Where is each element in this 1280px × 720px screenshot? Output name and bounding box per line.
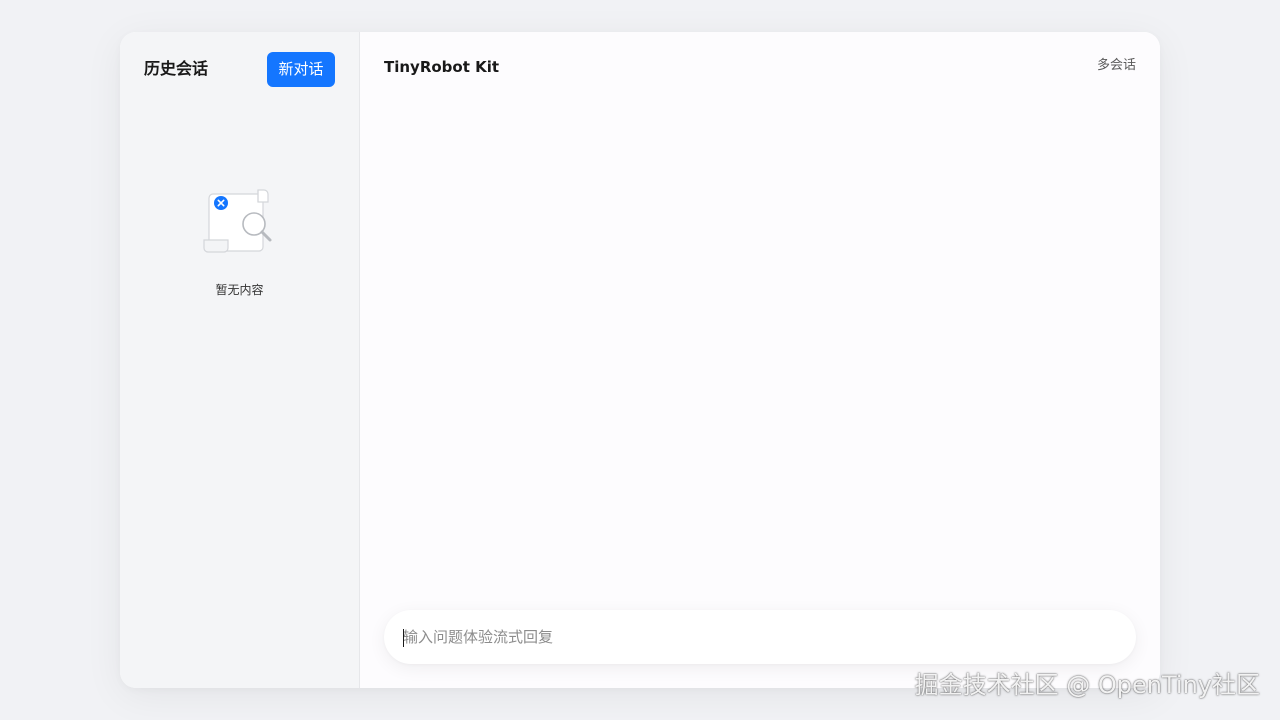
empty-document-search-icon [202,189,271,253]
history-sidebar: 历史会话 新对话 暂无内容 [120,32,360,688]
text-caret [403,629,404,647]
multi-session-button[interactable]: 多会话 [1097,57,1136,75]
app-window: 历史会话 新对话 暂无内容 TinyRobot Kit 多会话 [120,32,1160,688]
chat-input-container [384,610,1136,664]
chat-main-panel: TinyRobot Kit 多会话 [360,32,1160,688]
chat-input[interactable] [403,610,1103,664]
watermark: 掘金技术社区 @ OpenTiny社区 [914,671,1260,699]
empty-state: 暂无内容 [120,188,359,298]
empty-state-text: 暂无内容 [215,283,264,297]
new-chat-button[interactable]: 新对话 [267,52,335,87]
sidebar-title: 历史会话 [144,59,209,78]
app-title: TinyRobot Kit [384,58,500,76]
